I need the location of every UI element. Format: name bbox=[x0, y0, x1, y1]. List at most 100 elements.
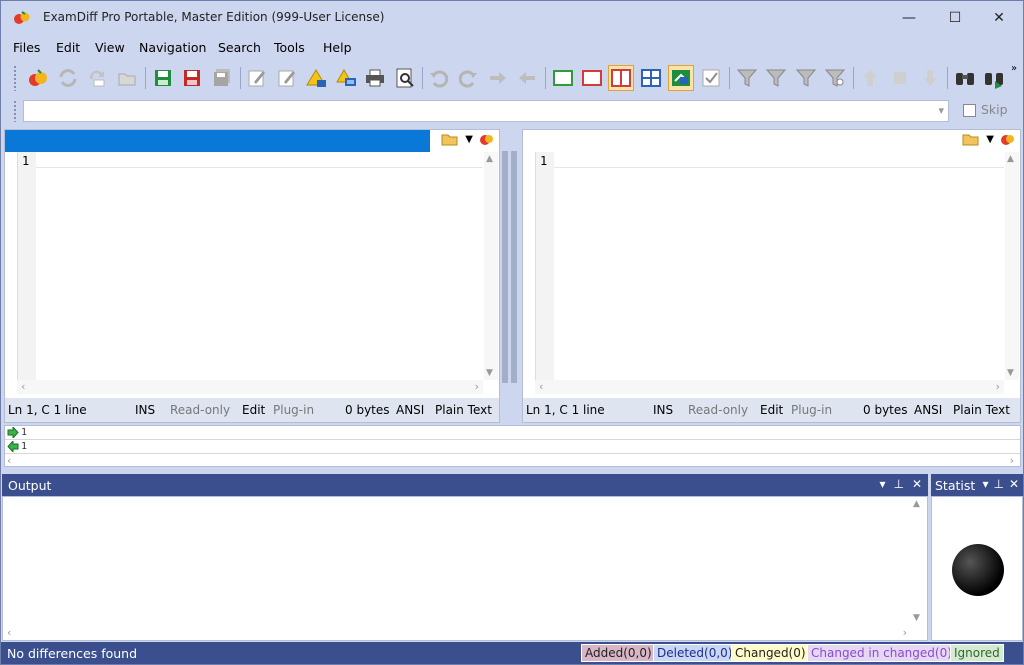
next-diff-button[interactable] bbox=[917, 65, 943, 91]
pin-icon[interactable]: ⊥ bbox=[893, 477, 903, 491]
pathbar-grip[interactable] bbox=[13, 100, 17, 122]
prev-diff-button[interactable] bbox=[857, 65, 883, 91]
filter-remove-button[interactable] bbox=[793, 65, 819, 91]
save-right-button[interactable] bbox=[179, 65, 205, 91]
menu-search[interactable]: Search bbox=[218, 40, 261, 55]
compare-icon[interactable] bbox=[1000, 132, 1016, 146]
scroll-right-icon[interactable]: › bbox=[996, 380, 1000, 393]
output-panel[interactable]: ▲ ▼ ‹ › bbox=[2, 496, 928, 641]
scroll-left-icon[interactable]: ‹ bbox=[7, 454, 11, 467]
menu-help[interactable]: Help bbox=[323, 40, 352, 55]
menu-navigation[interactable]: Navigation bbox=[139, 40, 206, 55]
left-vertical-scrollbar[interactable]: ▲ ▼ bbox=[484, 152, 498, 380]
find-next-button[interactable] bbox=[981, 65, 1007, 91]
left-file-path-field[interactable] bbox=[5, 130, 430, 152]
redo-button[interactable] bbox=[455, 65, 481, 91]
edit-left-button[interactable] bbox=[244, 65, 270, 91]
scroll-down-icon[interactable]: ▼ bbox=[486, 368, 493, 378]
readonly-status[interactable]: Read-only bbox=[170, 403, 230, 417]
undo-button[interactable] bbox=[426, 65, 452, 91]
chevron-down-icon[interactable]: ▾ bbox=[938, 104, 944, 117]
scroll-up-icon[interactable]: ▲ bbox=[913, 499, 920, 509]
scroll-right-icon[interactable]: › bbox=[1010, 454, 1014, 467]
skip-checkbox[interactable] bbox=[963, 104, 976, 117]
file-type-status[interactable]: Plain Text bbox=[953, 403, 1010, 417]
diff-strip[interactable]: 1 1 ‹ › bbox=[4, 425, 1021, 467]
network-button[interactable] bbox=[334, 65, 360, 91]
swap-button[interactable] bbox=[84, 65, 110, 91]
copy-left-button[interactable] bbox=[514, 65, 540, 91]
recompare-button[interactable] bbox=[55, 65, 81, 91]
close-button[interactable]: ✕ bbox=[979, 5, 1019, 31]
toolbar-overflow-icon[interactable]: » bbox=[1011, 63, 1017, 74]
panel-menu-icon[interactable]: ▾ bbox=[982, 477, 988, 491]
menu-tools[interactable]: Tools bbox=[274, 40, 305, 55]
pin-icon[interactable]: ⊥ bbox=[993, 477, 1003, 491]
compare-button[interactable] bbox=[25, 65, 51, 91]
edit-status[interactable]: Edit bbox=[760, 403, 783, 417]
minimize-button[interactable]: — bbox=[889, 5, 929, 31]
filter-search-button[interactable] bbox=[822, 65, 848, 91]
filter-add-button[interactable] bbox=[763, 65, 789, 91]
path-combo[interactable]: ▾ bbox=[23, 100, 949, 122]
right-vertical-scrollbar[interactable]: ▲ ▼ bbox=[1005, 152, 1019, 380]
right-editor[interactable]: 1 bbox=[535, 152, 1004, 380]
show-left-button[interactable] bbox=[550, 65, 576, 91]
scroll-left-icon[interactable]: ‹ bbox=[7, 626, 11, 639]
encoding-status[interactable]: ANSI bbox=[396, 403, 424, 417]
chevron-down-icon[interactable]: ▼ bbox=[465, 134, 473, 145]
file-type-status[interactable]: Plain Text bbox=[435, 403, 492, 417]
toolbar-grip[interactable] bbox=[13, 65, 17, 91]
left-editor[interactable]: 1 bbox=[17, 152, 483, 380]
edit-status[interactable]: Edit bbox=[242, 403, 265, 417]
save-all-button[interactable] bbox=[209, 65, 235, 91]
statistics-panel bbox=[931, 496, 1023, 641]
encoding-status[interactable]: ANSI bbox=[914, 403, 942, 417]
filter-button[interactable] bbox=[734, 65, 760, 91]
stop-button[interactable] bbox=[887, 65, 913, 91]
scroll-down-icon[interactable]: ▼ bbox=[913, 613, 920, 623]
sync-button[interactable] bbox=[668, 65, 694, 91]
close-icon[interactable]: ✕ bbox=[912, 477, 922, 491]
open-folder-icon[interactable] bbox=[962, 132, 980, 146]
plugin-status[interactable]: Plug-in bbox=[273, 403, 314, 417]
pane-splitter[interactable] bbox=[502, 151, 520, 383]
plugin-status[interactable]: Plug-in bbox=[791, 403, 832, 417]
output-vertical-scrollbar[interactable]: ▲ ▼ bbox=[911, 497, 925, 625]
right-horizontal-scrollbar[interactable]: ‹ › bbox=[535, 380, 1004, 394]
menu-view[interactable]: View bbox=[95, 40, 125, 55]
scroll-up-icon[interactable]: ▲ bbox=[1007, 154, 1014, 164]
insert-mode[interactable]: INS bbox=[653, 403, 673, 417]
maximize-button[interactable]: ☐ bbox=[935, 5, 975, 31]
output-horizontal-scrollbar[interactable]: ‹ › bbox=[3, 626, 911, 640]
left-horizontal-scrollbar[interactable]: ‹ › bbox=[17, 380, 483, 394]
close-icon[interactable]: ✕ bbox=[1009, 477, 1019, 491]
find-button[interactable] bbox=[952, 65, 978, 91]
grid-view-button[interactable] bbox=[638, 65, 664, 91]
scroll-down-icon[interactable]: ▼ bbox=[1007, 368, 1014, 378]
copy-right-button[interactable] bbox=[485, 65, 511, 91]
compare-icon[interactable] bbox=[479, 132, 495, 146]
scroll-up-icon[interactable]: ▲ bbox=[486, 154, 493, 164]
print-preview-button[interactable] bbox=[392, 65, 418, 91]
line-number: 1 bbox=[540, 154, 548, 168]
open-folder-icon[interactable] bbox=[441, 132, 459, 146]
menu-files[interactable]: Files bbox=[13, 40, 40, 55]
chevron-down-icon[interactable]: ▼ bbox=[986, 134, 994, 145]
scroll-left-icon[interactable]: ‹ bbox=[539, 380, 543, 393]
panel-menu-icon[interactable]: ▾ bbox=[879, 477, 885, 491]
open-folder-button[interactable] bbox=[114, 65, 140, 91]
readonly-status[interactable]: Read-only bbox=[688, 403, 748, 417]
warning-button[interactable] bbox=[304, 65, 330, 91]
insert-mode[interactable]: INS bbox=[135, 403, 155, 417]
print-button[interactable] bbox=[362, 65, 388, 91]
menu-edit[interactable]: Edit bbox=[56, 40, 80, 55]
edit-right-button[interactable] bbox=[274, 65, 300, 91]
side-by-side-button[interactable] bbox=[608, 65, 634, 91]
scroll-right-icon[interactable]: › bbox=[475, 380, 479, 393]
scroll-left-icon[interactable]: ‹ bbox=[21, 380, 25, 393]
scroll-right-icon[interactable]: › bbox=[903, 626, 907, 639]
save-left-button[interactable] bbox=[150, 65, 176, 91]
show-right-button[interactable] bbox=[579, 65, 605, 91]
checkbox-button[interactable] bbox=[698, 65, 724, 91]
